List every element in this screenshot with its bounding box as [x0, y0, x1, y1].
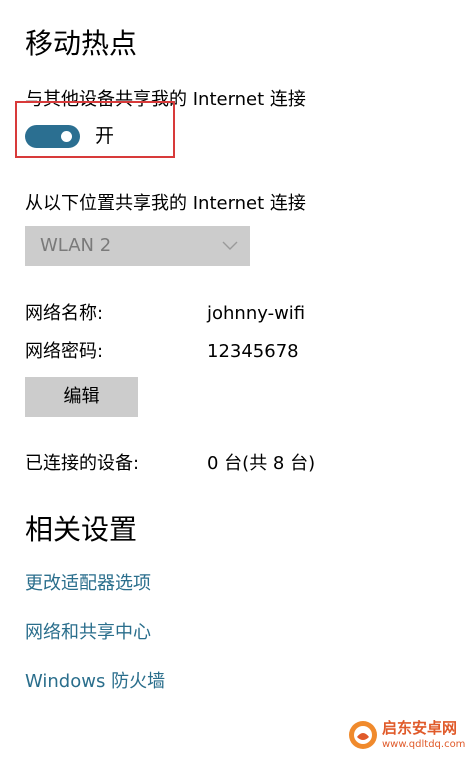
network-name-label: 网络名称:	[25, 303, 104, 324]
related-settings-title: 相关设置	[25, 513, 138, 546]
page-title: 移动热点	[25, 27, 138, 60]
change-adapter-options-link[interactable]: 更改适配器选项	[25, 572, 151, 596]
network-sharing-center-link[interactable]: 网络和共享中心	[25, 621, 151, 645]
watermark-url: www.qdltdq.com	[382, 739, 466, 750]
network-name-value: johnny-wifi	[207, 303, 306, 324]
watermark-title: 启东安卓网	[382, 719, 458, 737]
windows-firewall-link[interactable]: Windows 防火墙	[25, 670, 165, 694]
connection-select[interactable]: WLAN 2	[25, 226, 250, 266]
toggle-state-label: 开	[95, 125, 115, 147]
watermark: 启东安卓网 www.qdltdq.com	[348, 718, 470, 754]
edit-button[interactable]: 编辑	[25, 377, 138, 417]
share-internet-toggle[interactable]	[25, 125, 80, 148]
toggle-knob	[61, 131, 72, 142]
connection-select-value: WLAN 2	[40, 235, 112, 256]
share-from-label: 从以下位置共享我的 Internet 连接	[25, 193, 306, 214]
connected-devices-label: 已连接的设备:	[25, 453, 140, 474]
connected-devices-value: 0 台(共 8 台)	[207, 453, 316, 474]
network-password-value: 12345678	[207, 341, 299, 362]
watermark-logo-icon	[349, 721, 377, 749]
chevron-down-icon	[222, 241, 238, 250]
network-password-label: 网络密码:	[25, 341, 104, 362]
